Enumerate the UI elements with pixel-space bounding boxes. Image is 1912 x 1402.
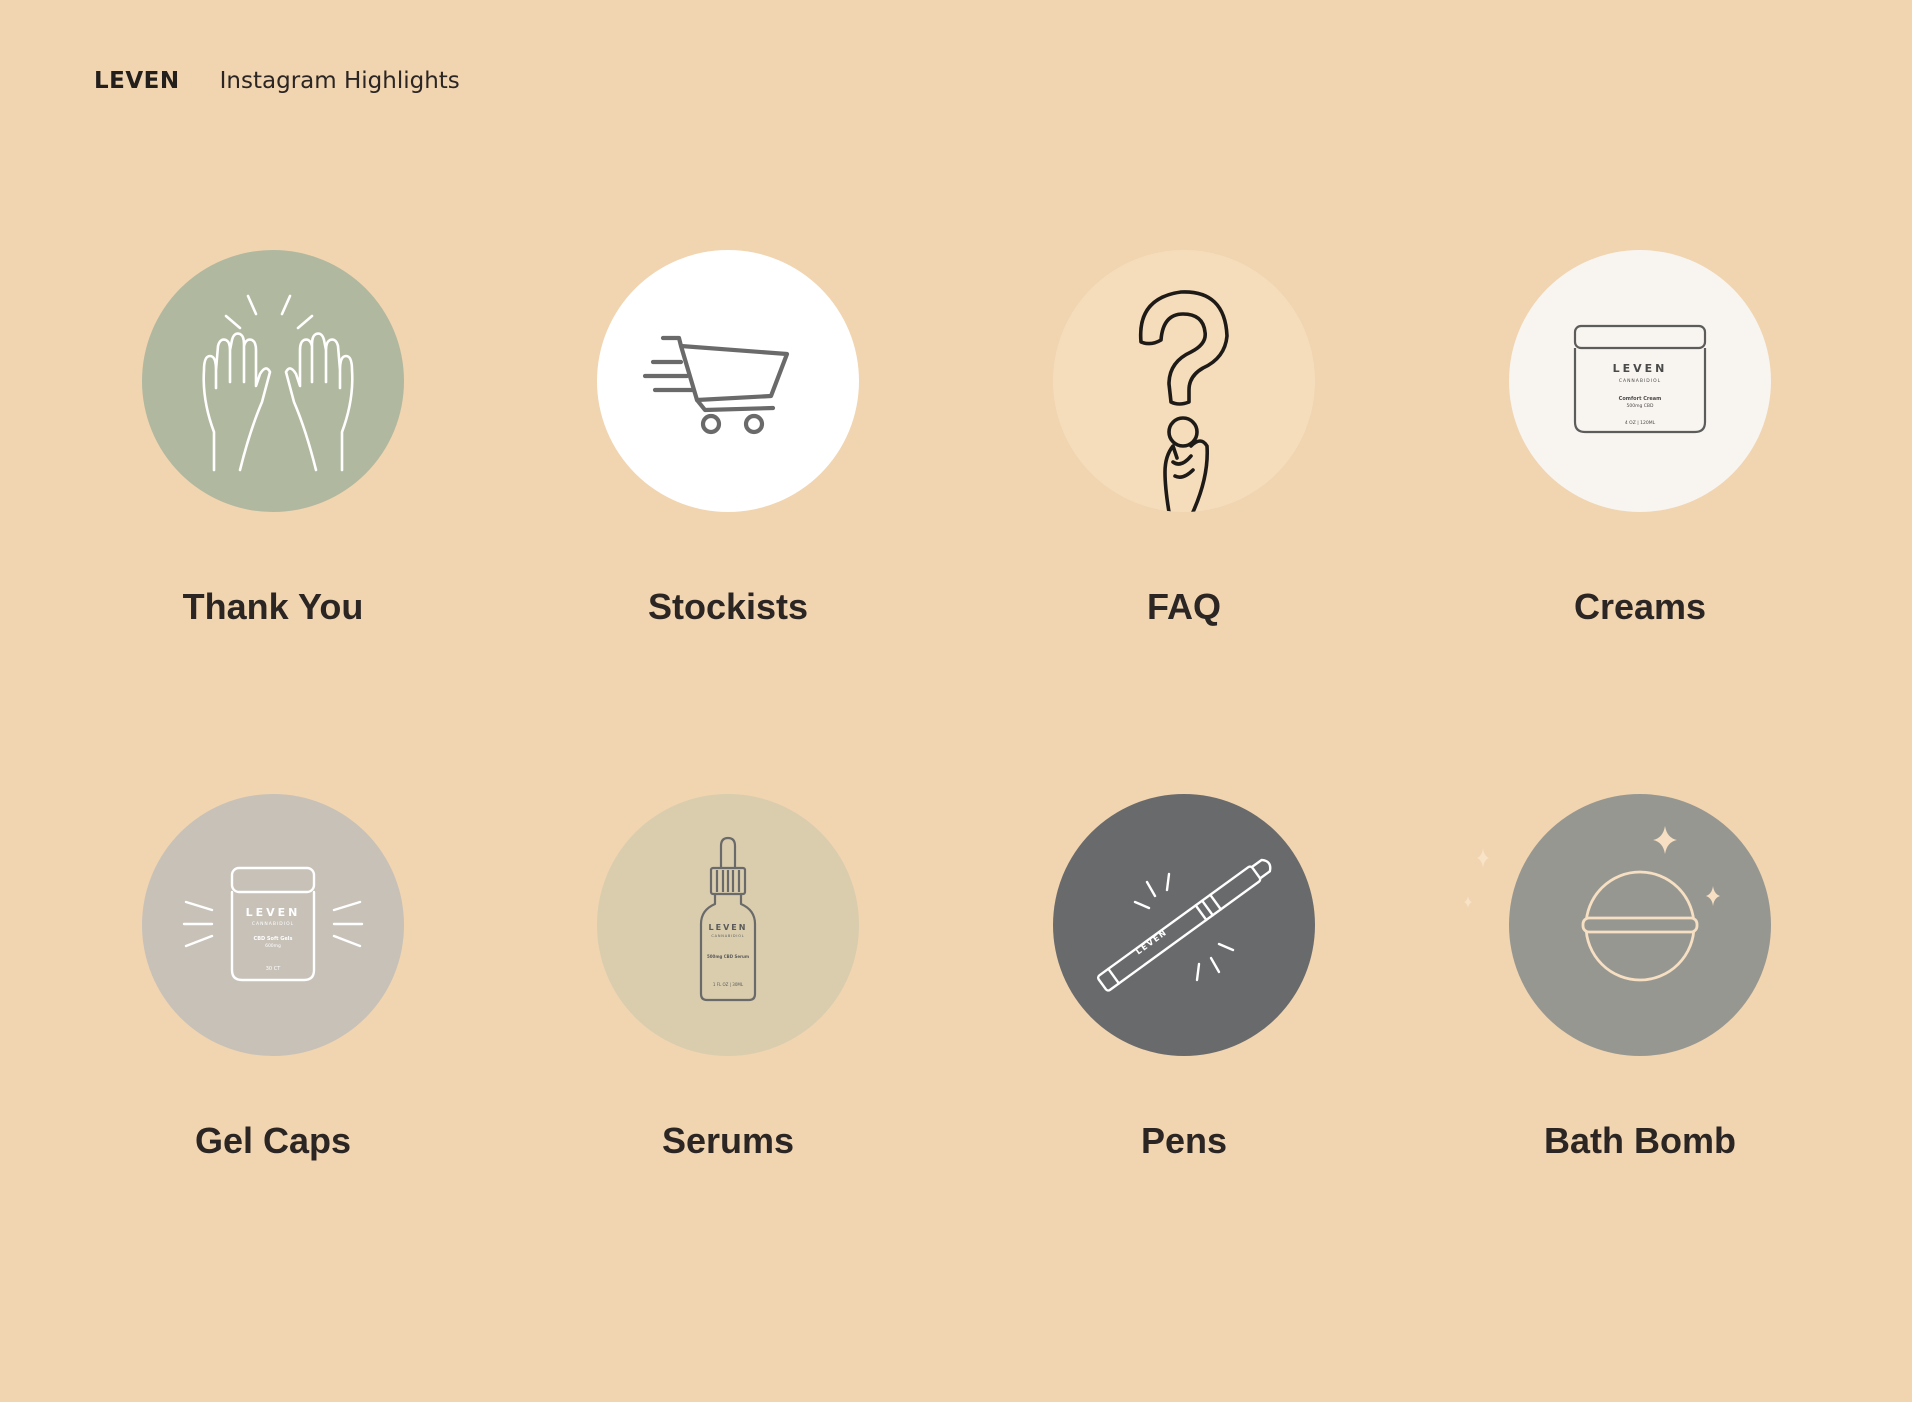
raised-hands-icon	[202, 294, 354, 472]
gel-caps-jar-icon: LEVEN CANNABIDIOL CBD Soft Gels 600mg 30…	[182, 866, 364, 982]
highlight-label: Stockists	[647, 586, 809, 627]
highlight-label: Thank You	[182, 586, 364, 627]
svg-text:CANNABIDIOL: CANNABIDIOL	[1619, 378, 1661, 384]
svg-text:500mg CBD Serum: 500mg CBD Serum	[707, 954, 749, 959]
brand-logo: LEVEN	[94, 68, 180, 94]
shopping-cart-icon	[642, 335, 790, 435]
svg-text:500mg CBD: 500mg CBD	[1627, 403, 1654, 409]
svg-text:CBD Soft Gels: CBD Soft Gels	[254, 936, 293, 942]
svg-text:600mg: 600mg	[265, 943, 281, 949]
svg-text:CANNABIDIOL: CANNABIDIOL	[252, 921, 294, 927]
cream-jar-brand: LEVEN	[1613, 362, 1668, 375]
page-title: Instagram Highlights	[219, 68, 460, 94]
question-hand-icon	[1138, 290, 1229, 512]
highlight-cover[interactable]: LEVEN	[1053, 794, 1315, 1056]
highlight-cover[interactable]: LEVEN CANNABIDIOL CBD Soft Gels 600mg 30…	[142, 794, 404, 1056]
highlight-gel-caps[interactable]: LEVEN CANNABIDIOL CBD Soft Gels 600mg 30…	[108, 794, 438, 1162]
highlight-label: Bath Bomb	[1544, 1120, 1736, 1161]
highlight-cover[interactable]	[1509, 794, 1771, 1056]
highlight-cover[interactable]	[1053, 250, 1315, 512]
highlight-faq[interactable]: FAQ	[1019, 250, 1349, 628]
highlight-cover[interactable]	[142, 250, 404, 512]
highlight-thank-you[interactable]: Thank You	[108, 250, 438, 628]
cream-jar-icon: LEVEN CANNABIDIOL Comfort Cream 500mg CB…	[1573, 324, 1707, 434]
highlight-label: Pens	[1140, 1120, 1228, 1161]
highlight-cover[interactable]: LEVEN CANNABIDIOL Comfort Cream 500mg CB…	[1509, 250, 1771, 512]
serum-bottle-brand: LEVEN	[709, 923, 748, 932]
svg-text:1 FL OZ | 30ML: 1 FL OZ | 30ML	[713, 982, 744, 987]
svg-text:4 OZ | 120ML: 4 OZ | 120ML	[1625, 420, 1656, 426]
highlight-cover[interactable]	[597, 250, 859, 512]
highlight-label: Gel Caps	[194, 1120, 352, 1161]
sparkle-icon	[1464, 848, 1489, 908]
bath-bomb-icon	[1581, 826, 1720, 982]
highlight-label: Serums	[661, 1120, 795, 1161]
gel-caps-jar-brand: LEVEN	[246, 906, 301, 919]
sparkle-icon	[1653, 826, 1720, 906]
svg-text:30 CT: 30 CT	[266, 966, 281, 972]
highlight-pens[interactable]: LEVEN Pens	[1019, 794, 1349, 1162]
highlight-label: FAQ	[1146, 586, 1221, 627]
page-header: LEVEN Instagram Highlights	[94, 68, 460, 94]
highlight-stockists[interactable]: Stockists	[563, 250, 893, 628]
svg-text:Comfort Cream: Comfort Cream	[1619, 396, 1662, 402]
highlight-cover[interactable]: LEVEN CANNABIDIOL 500mg CBD Serum 1 FL O…	[597, 794, 859, 1056]
highlight-creams[interactable]: LEVEN CANNABIDIOL Comfort Cream 500mg CB…	[1475, 250, 1805, 628]
svg-text:CANNABIDIOL: CANNABIDIOL	[711, 934, 744, 938]
vape-pen-icon: LEVEN	[1096, 858, 1272, 992]
serum-bottle-icon: LEVEN CANNABIDIOL 500mg CBD Serum 1 FL O…	[699, 836, 757, 1002]
highlight-bath-bomb[interactable]: Bath Bomb	[1475, 794, 1805, 1162]
highlight-label: Creams	[1573, 586, 1707, 627]
highlight-serums[interactable]: LEVEN CANNABIDIOL 500mg CBD Serum 1 FL O…	[563, 794, 893, 1162]
